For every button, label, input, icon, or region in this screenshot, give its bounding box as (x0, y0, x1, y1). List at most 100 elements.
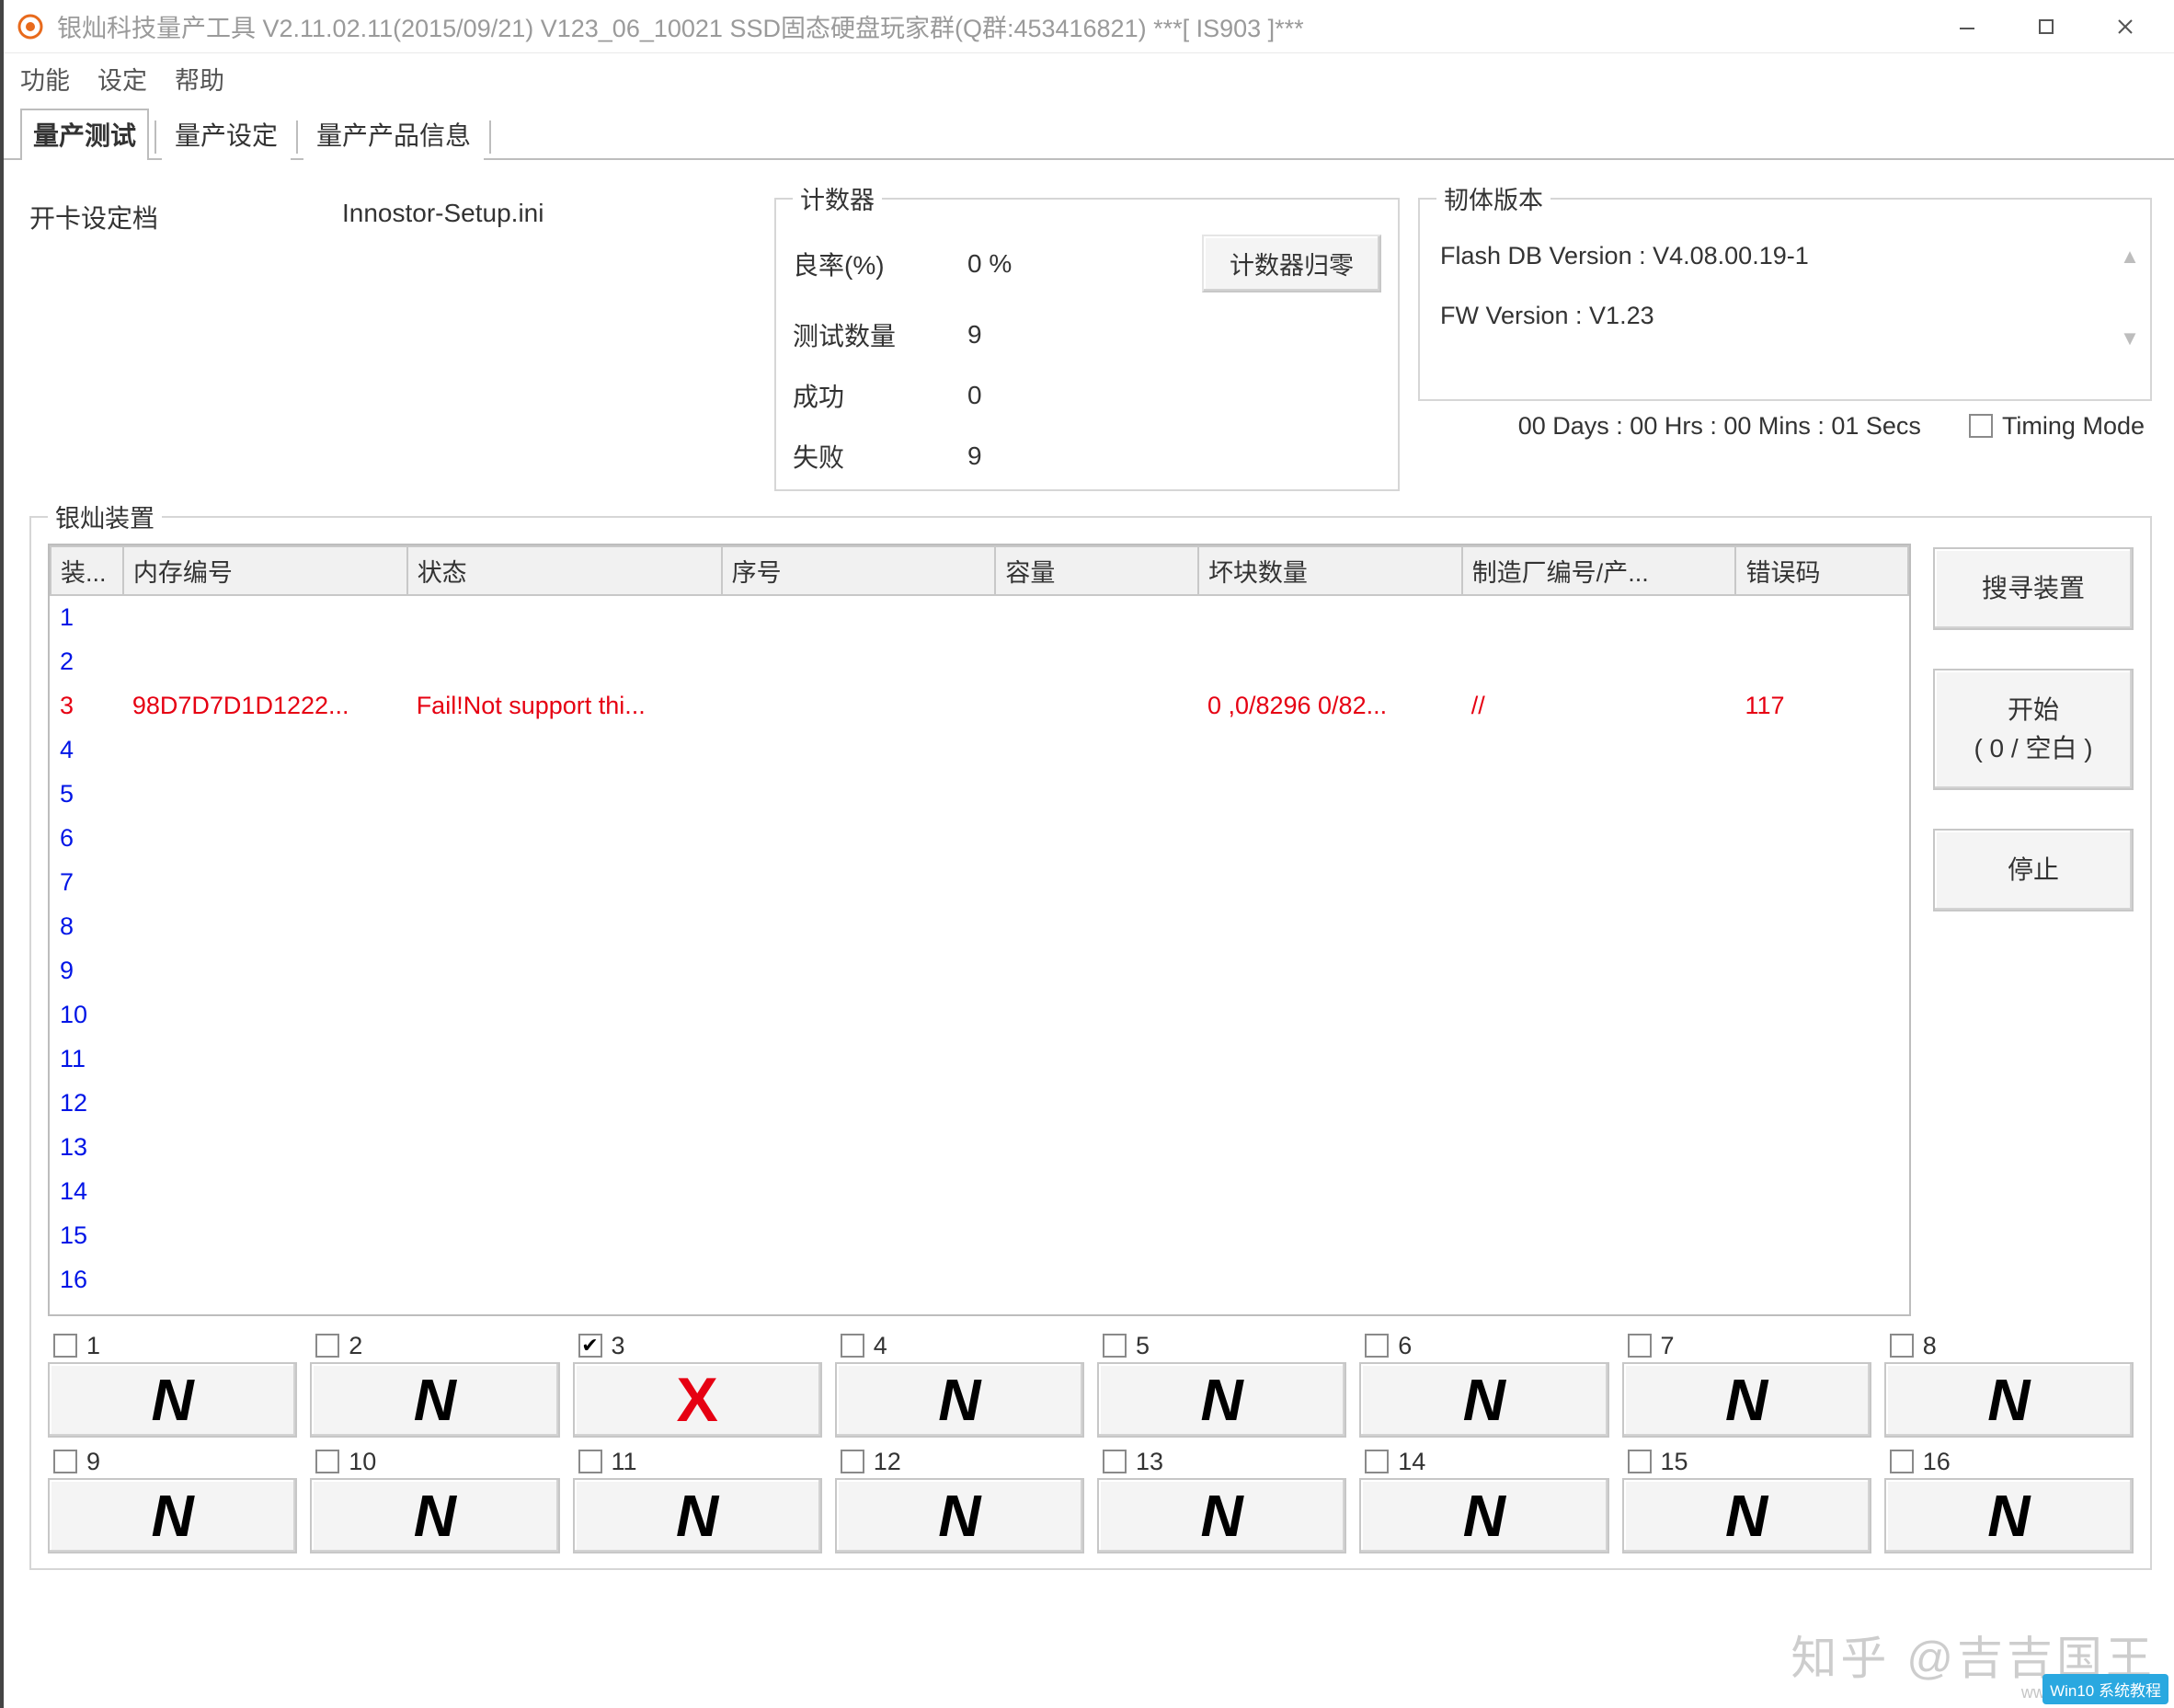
checkbox-icon[interactable] (1103, 1450, 1127, 1473)
tab-mp-settings[interactable]: 量产设定 (162, 109, 291, 160)
port-checkbox[interactable]: 7 (1622, 1329, 1871, 1362)
scroll-down-icon[interactable]: ▼ (2115, 324, 2145, 353)
port-checkbox[interactable]: 13 (1097, 1445, 1346, 1478)
port-checkbox[interactable]: 5 (1097, 1329, 1346, 1362)
port-number: 3 (612, 1332, 625, 1360)
table-row[interactable]: 5 (51, 772, 1908, 816)
none-icon: N (676, 1482, 718, 1550)
start-button[interactable]: 开始 ( 0 / 空白 ) (1933, 669, 2134, 790)
port-checkbox[interactable]: ✔3 (573, 1329, 822, 1362)
checkbox-icon[interactable] (578, 1450, 602, 1473)
checkbox-icon[interactable]: ✔ (578, 1334, 602, 1358)
port-status-button[interactable]: N (573, 1478, 822, 1553)
device-col-header[interactable]: 内存编号 (123, 546, 407, 595)
port-checkbox[interactable]: 1 (48, 1329, 297, 1362)
table-row[interactable]: 16 (51, 1257, 1908, 1301)
row-cell (1462, 595, 1736, 639)
search-device-button[interactable]: 搜寻装置 (1933, 547, 2134, 630)
checkbox-icon[interactable] (841, 1334, 864, 1358)
counter-reset-button[interactable]: 计数器归零 (1202, 235, 1381, 292)
stop-button[interactable]: 停止 (1933, 829, 2134, 911)
port-checkbox[interactable]: 11 (573, 1445, 822, 1478)
port-status-button[interactable]: N (835, 1362, 1084, 1438)
table-row[interactable]: 8 (51, 904, 1908, 948)
row-cell (123, 1081, 407, 1125)
checkbox-icon[interactable] (1103, 1334, 1127, 1358)
row-cell (1198, 728, 1462, 772)
checkbox-icon[interactable] (1365, 1334, 1389, 1358)
port-checkbox[interactable]: 9 (48, 1445, 297, 1478)
device-col-header[interactable]: 序号 (722, 546, 996, 595)
table-row[interactable]: 398D7D7D1D1222...Fail!Not support thi...… (51, 683, 1908, 728)
checkbox-icon[interactable] (315, 1450, 339, 1473)
tab-mp-test[interactable]: 量产测试 (20, 109, 149, 160)
device-col-header[interactable]: 错误码 (1735, 546, 1908, 595)
table-row[interactable]: 6 (51, 816, 1908, 860)
table-row[interactable]: 14 (51, 1169, 1908, 1213)
checkbox-icon[interactable] (1628, 1334, 1652, 1358)
table-row[interactable]: 10 (51, 992, 1908, 1037)
port-status-button[interactable]: N (1097, 1362, 1346, 1438)
checkbox-icon[interactable] (1890, 1334, 1914, 1358)
port-status-button[interactable]: N (1884, 1478, 2134, 1553)
table-row[interactable]: 11 (51, 1037, 1908, 1081)
maximize-button[interactable] (2007, 4, 2086, 50)
port-status-button[interactable]: N (48, 1362, 297, 1438)
table-row[interactable]: 15 (51, 1213, 1908, 1257)
table-row[interactable]: 12 (51, 1081, 1908, 1125)
device-col-header[interactable]: 状态 (407, 546, 722, 595)
port-status-button[interactable]: N (1622, 1362, 1871, 1438)
none-icon: N (414, 1366, 456, 1434)
port-checkbox[interactable]: 2 (310, 1329, 559, 1362)
port-status-button[interactable]: N (310, 1478, 559, 1553)
port-status-button[interactable]: N (1359, 1478, 1608, 1553)
checkbox-icon[interactable] (1969, 414, 1993, 438)
port-status-button[interactable]: N (48, 1478, 297, 1553)
port-status-button[interactable]: N (1097, 1478, 1346, 1553)
port-status-button[interactable]: X (573, 1362, 822, 1438)
table-row[interactable]: 2 (51, 639, 1908, 683)
checkbox-icon[interactable] (1890, 1450, 1914, 1473)
table-row[interactable]: 13 (51, 1125, 1908, 1169)
tab-mp-product-info[interactable]: 量产产品信息 (303, 109, 484, 160)
port-checkbox[interactable]: 16 (1884, 1445, 2134, 1478)
checkbox-icon[interactable] (53, 1450, 77, 1473)
device-col-header[interactable]: 制造厂编号/产... (1462, 546, 1736, 595)
menu-help[interactable]: 帮助 (175, 61, 224, 97)
timing-mode-checkbox[interactable]: Timing Mode (1969, 412, 2145, 441)
port-checkbox[interactable]: 6 (1359, 1329, 1608, 1362)
checkbox-icon[interactable] (1365, 1450, 1389, 1473)
table-row[interactable]: 9 (51, 948, 1908, 992)
port-status-button[interactable]: N (1622, 1478, 1871, 1553)
port-status-button[interactable]: N (1359, 1362, 1608, 1438)
port-status-button[interactable]: N (310, 1362, 559, 1438)
checkbox-icon[interactable] (53, 1334, 77, 1358)
firmware-scrollbar[interactable]: ▲ ▼ (2113, 242, 2146, 353)
table-row[interactable]: 1 (51, 595, 1908, 639)
port-checkbox[interactable]: 4 (835, 1329, 1084, 1362)
device-col-header[interactable]: 装... (51, 546, 123, 595)
port-status-button[interactable]: N (835, 1478, 1084, 1553)
scroll-up-icon[interactable]: ▲ (2115, 242, 2145, 271)
port-number: 4 (874, 1332, 887, 1360)
table-row[interactable]: 4 (51, 728, 1908, 772)
port-status-button[interactable]: N (1884, 1362, 2134, 1438)
row-cell (123, 1037, 407, 1081)
device-col-header[interactable]: 坏块数量 (1198, 546, 1462, 595)
table-row[interactable]: 7 (51, 860, 1908, 904)
port-checkbox[interactable]: 12 (835, 1445, 1084, 1478)
row-cell (407, 595, 722, 639)
menu-function[interactable]: 功能 (20, 61, 70, 97)
checkbox-icon[interactable] (1628, 1450, 1652, 1473)
port-checkbox[interactable]: 15 (1622, 1445, 1871, 1478)
row-cell (123, 816, 407, 860)
port-checkbox[interactable]: 14 (1359, 1445, 1608, 1478)
minimize-button[interactable] (1928, 4, 2007, 50)
checkbox-icon[interactable] (841, 1450, 864, 1473)
menu-settings[interactable]: 设定 (97, 61, 147, 97)
port-checkbox[interactable]: 8 (1884, 1329, 2134, 1362)
close-button[interactable] (2086, 4, 2165, 50)
port-checkbox[interactable]: 10 (310, 1445, 559, 1478)
device-col-header[interactable]: 容量 (995, 546, 1198, 595)
checkbox-icon[interactable] (315, 1334, 339, 1358)
